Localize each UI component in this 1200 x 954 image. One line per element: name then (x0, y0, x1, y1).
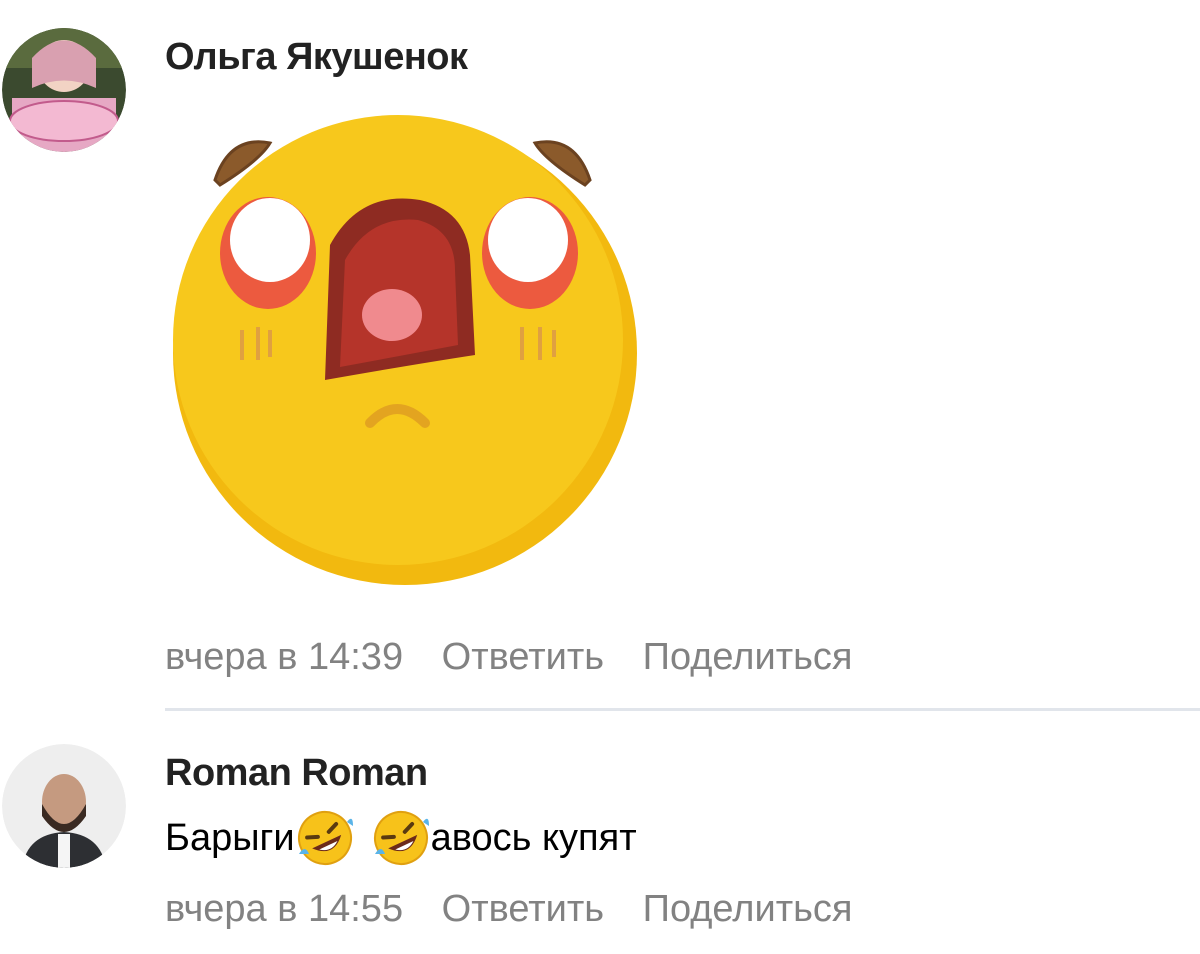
avatar[interactable] (2, 28, 126, 152)
timestamp[interactable]: вчера в 14:55 (165, 888, 403, 930)
share-button[interactable]: Поделиться (643, 888, 853, 930)
share-button[interactable]: Поделиться (643, 636, 853, 678)
comment-text: Барыги авось купят (165, 808, 637, 868)
comment-text-after: авось купят (430, 816, 637, 859)
author-name[interactable]: Ольга Якушенок (165, 36, 468, 79)
avatar-image (2, 744, 126, 868)
rolling-on-floor-laughing-icon (373, 811, 429, 865)
reply-button[interactable]: Ответить (442, 888, 604, 930)
rolling-on-floor-laughing-icon (297, 811, 353, 865)
divider (165, 708, 1200, 711)
comment-2: Roman Roman Барыги авось купят вчера в 1… (0, 720, 1200, 954)
comment-text-before: Барыги (165, 816, 295, 859)
scared-face-sticker (160, 105, 650, 595)
author-name[interactable]: Roman Roman (165, 752, 428, 795)
timestamp[interactable]: вчера в 14:39 (165, 636, 403, 678)
comment-1: Ольга Якушенок вчера в 14:39 Ответить По… (0, 0, 1200, 700)
reply-button[interactable]: Ответить (442, 636, 604, 678)
avatar[interactable] (2, 744, 126, 868)
comment-meta: вчера в 14:39 Ответить Поделиться (165, 636, 880, 679)
comment-meta: вчера в 14:55 Ответить Поделиться (165, 888, 880, 931)
avatar-image (2, 28, 126, 152)
comments-thread: Ольга Якушенок вчера в 14:39 Ответить По… (0, 0, 1200, 954)
